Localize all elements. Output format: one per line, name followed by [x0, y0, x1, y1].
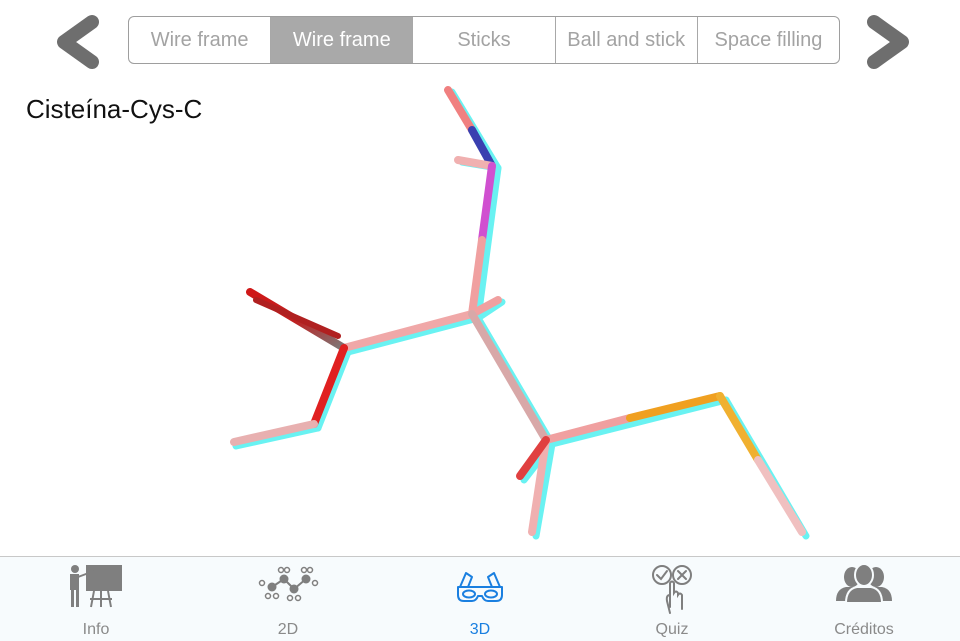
tab-quiz[interactable]: Quiz — [576, 557, 768, 641]
tab-info-label: Info — [82, 621, 110, 638]
previous-button[interactable] — [52, 14, 104, 70]
render-mode-segmented-control: Wire frame Wire frame Sticks Ball and st… — [128, 16, 840, 64]
bond-c-oh — [310, 344, 348, 428]
molecule-2d-icon — [258, 566, 319, 602]
segment-sticks[interactable]: Sticks — [413, 17, 556, 63]
bond-layer — [230, 86, 806, 536]
molecule-3d-viewer[interactable] — [0, 70, 960, 556]
tab-2d[interactable]: 2D — [192, 557, 384, 641]
segment-wire-frame-2[interactable]: Wire frame — [271, 17, 414, 63]
bond-ca-c — [340, 310, 476, 352]
bond-ca-cb — [468, 310, 550, 444]
tab-3d[interactable]: 3D — [384, 557, 576, 641]
bond-c-o2 — [253, 297, 341, 339]
chevron-right-icon — [867, 15, 909, 69]
segment-ball-and-stick[interactable]: Ball and stick — [556, 17, 698, 63]
next-button[interactable] — [862, 14, 914, 70]
teacher-board-icon — [70, 565, 122, 608]
chevron-left-icon — [57, 15, 99, 69]
3d-glasses-icon — [457, 572, 503, 602]
tab-2d-label: 2D — [277, 621, 299, 638]
segment-wire-frame-1[interactable]: Wire frame — [129, 17, 272, 63]
tab-info[interactable]: Info — [0, 557, 192, 641]
tab-3d-label: 3D — [469, 621, 491, 638]
people-icon — [836, 563, 892, 604]
tab-creditos[interactable]: Créditos — [768, 557, 960, 641]
bond-s-h — [716, 392, 762, 464]
quiz-hand-icon — [652, 565, 692, 614]
segment-space-filling[interactable]: Space filling — [698, 17, 839, 63]
tab-quiz-label: Quiz — [655, 621, 689, 638]
bottom-tab-bar: Info 2D 3D Quiz Créditos — [0, 556, 960, 641]
bond-n-h1 — [444, 86, 476, 134]
bond-s-h2 — [754, 456, 806, 536]
tab-creditos-label: Créditos — [834, 621, 894, 638]
